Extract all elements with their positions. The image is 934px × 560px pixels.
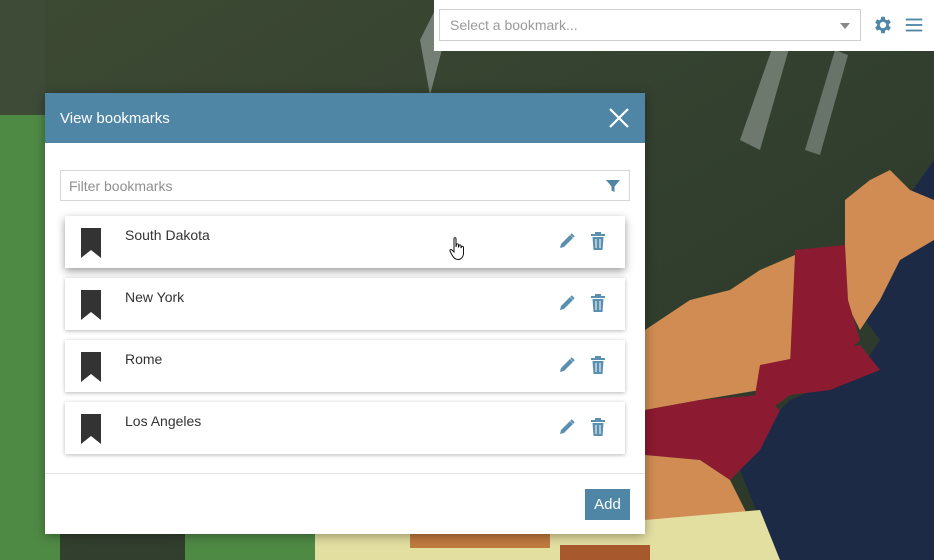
bookmark-icon xyxy=(81,352,101,382)
bookmark-select-dropdown[interactable]: Select a bookmark... xyxy=(439,9,861,41)
pencil-edit-icon[interactable] xyxy=(558,418,576,436)
bookmark-label: New York xyxy=(125,289,185,305)
pencil-edit-icon[interactable] xyxy=(558,294,576,312)
gear-icon[interactable] xyxy=(872,14,894,36)
view-bookmarks-dialog: View bookmarks Filter bookmarks South Da… xyxy=(45,93,645,534)
dialog-footer-divider xyxy=(45,473,645,474)
trash-delete-icon[interactable] xyxy=(590,232,606,250)
trash-delete-icon[interactable] xyxy=(590,418,606,436)
dialog-header: View bookmarks xyxy=(45,93,645,143)
close-icon[interactable] xyxy=(607,106,631,130)
bookmark-label: South Dakota xyxy=(125,227,210,243)
bookmark-list: South Dakota New York Rome Los Angeles xyxy=(65,216,625,464)
bookmark-label: Rome xyxy=(125,351,163,367)
filter-funnel-icon[interactable] xyxy=(605,178,621,194)
hamburger-menu-icon[interactable] xyxy=(903,14,925,36)
bookmark-icon xyxy=(81,414,101,444)
bookmark-item-new-york[interactable]: New York xyxy=(65,278,625,330)
dialog-title: View bookmarks xyxy=(60,110,170,127)
chevron-down-icon xyxy=(840,23,850,29)
bookmark-icon xyxy=(81,290,101,320)
filter-placeholder: Filter bookmarks xyxy=(69,177,173,194)
bookmark-select-placeholder: Select a bookmark... xyxy=(450,17,578,33)
filter-bookmarks-input[interactable]: Filter bookmarks xyxy=(60,170,630,201)
bookmark-icon xyxy=(81,228,101,258)
bookmark-label: Los Angeles xyxy=(125,413,202,429)
pencil-edit-icon[interactable] xyxy=(558,356,576,374)
bookmark-item-los-angeles[interactable]: Los Angeles xyxy=(65,402,625,454)
hand-pointer-cursor-icon xyxy=(449,237,464,261)
bookmark-item-rome[interactable]: Rome xyxy=(65,340,625,392)
trash-delete-icon[interactable] xyxy=(590,356,606,374)
add-bookmark-button[interactable]: Add xyxy=(585,489,630,520)
trash-delete-icon[interactable] xyxy=(590,294,606,312)
pencil-edit-icon[interactable] xyxy=(558,232,576,250)
bookmark-item-south-dakota[interactable]: South Dakota xyxy=(65,216,625,268)
top-toolbar: Select a bookmark... xyxy=(434,0,934,51)
